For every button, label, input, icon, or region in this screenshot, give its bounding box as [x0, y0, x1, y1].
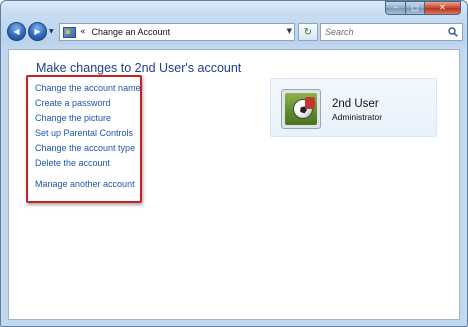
avatar: [281, 89, 321, 129]
search-input[interactable]: [325, 25, 445, 39]
recent-pages-dropdown[interactable]: ▼: [49, 28, 54, 35]
title-bar-controls: – □ ✕: [385, 1, 461, 15]
address-bar[interactable]: « Change an Account ▼: [59, 23, 295, 41]
account-type: Administrator: [332, 112, 383, 122]
breadcrumb-current[interactable]: Change an Account: [92, 27, 171, 37]
soccer-ball-picture-icon: [285, 93, 317, 125]
change-picture-link[interactable]: Change the picture: [35, 113, 111, 123]
navigation-bar: ◀ ▶ ▼ « Change an Account ▼ ↻: [7, 21, 463, 43]
back-arrow-icon: ◀: [13, 26, 20, 36]
refresh-icon: ↻: [303, 26, 313, 38]
address-dropdown-icon[interactable]: ▼: [287, 27, 292, 35]
page-title: Make changes to 2nd User's account: [36, 61, 242, 75]
breadcrumb-overflow-chevron[interactable]: «: [80, 27, 86, 37]
manage-another-account-link[interactable]: Manage another account: [35, 179, 135, 189]
close-button[interactable]: ✕: [425, 1, 461, 15]
create-password-link[interactable]: Create a password: [35, 98, 111, 108]
back-button[interactable]: ◀: [7, 22, 26, 41]
forward-button[interactable]: ▶: [28, 22, 47, 41]
change-account-name-link[interactable]: Change the account name: [35, 83, 141, 93]
refresh-button[interactable]: ↻: [298, 23, 318, 41]
parental-controls-link[interactable]: Set up Parental Controls: [35, 128, 133, 138]
change-account-type-link[interactable]: Change the account type: [35, 143, 135, 153]
search-icon[interactable]: [448, 27, 458, 37]
delete-account-link[interactable]: Delete the account: [35, 158, 110, 168]
control-panel-icon: [63, 26, 76, 38]
main-content: Make changes to 2nd User's account Chang…: [8, 49, 460, 320]
account-name: 2nd User: [332, 98, 379, 110]
minimize-button[interactable]: –: [385, 1, 405, 15]
avatar-detail: [305, 97, 315, 109]
maximize-button[interactable]: □: [405, 1, 425, 15]
account-card: 2nd User Administrator: [270, 78, 437, 137]
explorer-window: – □ ✕ ◀ ▶ ▼ « Change an Account ▼ ↻ Sear…: [0, 0, 468, 327]
search-box[interactable]: [320, 23, 463, 41]
forward-arrow-icon: ▶: [34, 26, 41, 36]
